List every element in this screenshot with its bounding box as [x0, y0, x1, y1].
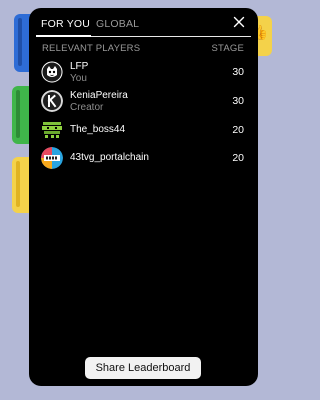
lfp-avatar	[41, 61, 63, 83]
player-name: KeniaPereira	[70, 90, 128, 101]
boss-avatar	[41, 119, 63, 141]
active-tab-indicator	[36, 35, 91, 37]
player-row[interactable]: The_boss44 20	[41, 118, 244, 144]
player-stage: 30	[232, 95, 244, 107]
player-row[interactable]: 43tvg_portalchain 20	[41, 146, 244, 172]
close-button[interactable]	[231, 14, 247, 30]
tab-bar: FOR YOU GLOBAL	[36, 8, 251, 37]
player-name: 43tvg_portalchain	[70, 152, 149, 163]
player-subtitle: Creator	[70, 102, 104, 113]
share-leaderboard-button[interactable]: Share Leaderboard	[85, 357, 201, 379]
player-subtitle: You	[70, 73, 87, 84]
player-stage: 20	[232, 152, 244, 164]
leaderboard-header: RELEVANT PLAYERS STAGE	[42, 43, 244, 55]
portal-avatar	[41, 147, 63, 169]
player-name: LFP	[70, 61, 89, 72]
tab-global[interactable]: GLOBAL	[96, 18, 139, 30]
close-icon	[233, 16, 245, 28]
player-row[interactable]: LFP You 30	[41, 60, 244, 86]
relevant-players-heading: RELEVANT PLAYERS	[42, 43, 141, 54]
player-stage: 30	[232, 66, 244, 78]
tab-for-you[interactable]: FOR YOU	[41, 18, 90, 30]
leaderboard-panel: FOR YOU GLOBAL RELEVANT PLAYERS STAGE LF…	[29, 8, 258, 386]
k-avatar	[41, 90, 63, 112]
player-name: The_boss44	[70, 124, 126, 135]
player-stage: 20	[232, 124, 244, 136]
player-row[interactable]: KeniaPereira Creator 30	[41, 89, 244, 115]
stage-heading: STAGE	[211, 43, 244, 54]
